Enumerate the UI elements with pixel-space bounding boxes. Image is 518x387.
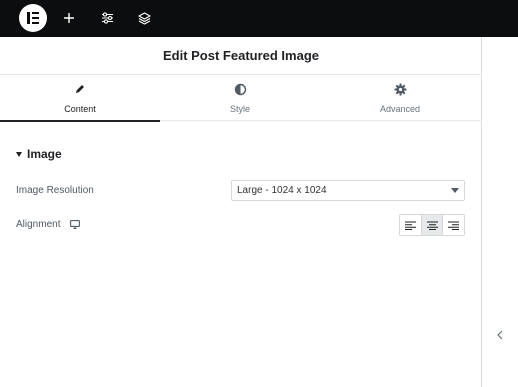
panel-title: Edit Post Featured Image [0, 37, 482, 75]
alignment-label: Alignment [16, 219, 61, 230]
align-center-icon [426, 221, 438, 230]
alignment-button-group [399, 214, 465, 236]
image-resolution-select[interactable]: Large - 1024 x 1024 [231, 180, 465, 201]
half-circle-icon [160, 83, 320, 97]
add-element-button[interactable] [59, 8, 79, 28]
align-center-button[interactable] [421, 215, 444, 235]
chevron-left-icon [497, 330, 503, 340]
tab-content[interactable]: Content [0, 75, 160, 122]
panel-tabs: Content Style Advanced [0, 75, 482, 122]
pencil-icon [0, 83, 160, 97]
layers-icon [137, 11, 151, 25]
tab-advanced-label: Advanced [379, 104, 421, 114]
align-right-button[interactable] [443, 215, 464, 235]
alignment-control-label: Alignment [16, 219, 81, 230]
section-title: Image [27, 147, 62, 161]
image-resolution-label: Image Resolution [16, 185, 94, 196]
tab-advanced[interactable]: Advanced [320, 75, 480, 121]
desktop-icon[interactable] [70, 220, 81, 229]
align-right-icon [448, 221, 460, 230]
image-resolution-value: Large - 1024 x 1024 [237, 185, 327, 196]
align-left-button[interactable] [400, 215, 422, 235]
top-bar [0, 0, 518, 37]
caret-down-icon [16, 151, 22, 157]
dropdown-arrow-icon [451, 188, 459, 193]
gear-icon [320, 83, 480, 97]
elementor-logo-icon[interactable] [19, 4, 47, 32]
sliders-icon [101, 12, 113, 24]
align-left-icon [404, 221, 416, 230]
structure-button[interactable] [134, 8, 154, 28]
section-image-toggle[interactable]: Image [16, 146, 62, 162]
site-settings-button[interactable] [97, 8, 117, 28]
collapse-panel-button[interactable] [482, 320, 518, 350]
tab-content-label: Content [64, 104, 96, 114]
tab-style-label: Style [229, 104, 250, 114]
plus-icon [64, 13, 74, 23]
tab-style[interactable]: Style [160, 75, 320, 121]
editor-panel: Edit Post Featured Image Content Style A… [0, 37, 482, 387]
